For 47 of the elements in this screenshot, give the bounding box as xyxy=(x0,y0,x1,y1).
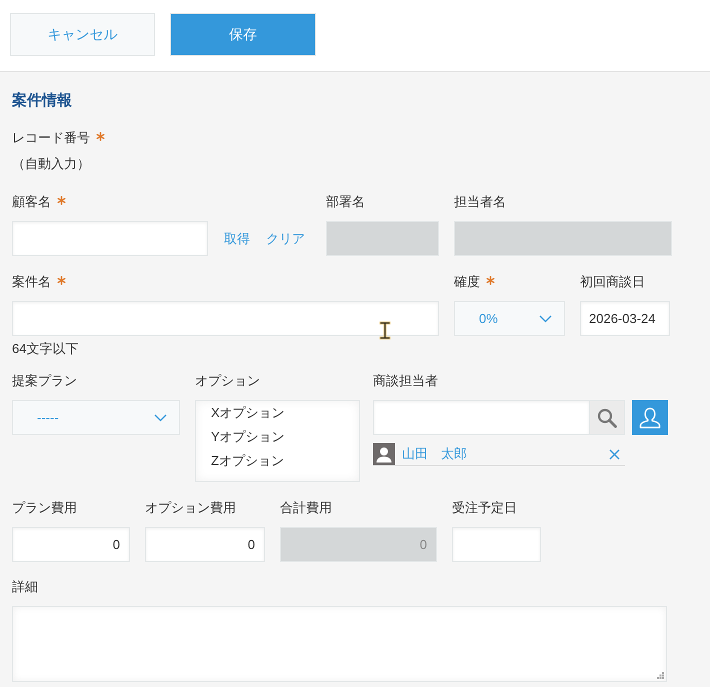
date-input[interactable] xyxy=(452,527,541,562)
field-label: 合計費用 xyxy=(280,499,332,517)
resize-grip-icon xyxy=(657,672,664,679)
options-listbox[interactable]: Xオプション Yオプション Zオプション xyxy=(195,400,360,482)
listbox-option[interactable]: Yオプション xyxy=(196,425,359,449)
auto-number-value: （自動入力） xyxy=(12,155,91,173)
listbox-option[interactable]: Xオプション xyxy=(196,401,359,425)
field-label: レコード番号 xyxy=(12,129,90,147)
textarea-field[interactable] xyxy=(12,606,667,682)
search-button[interactable] xyxy=(590,400,625,435)
cancel-button[interactable]: キャンセル xyxy=(10,13,155,56)
close-icon[interactable] xyxy=(609,448,620,460)
user-select-button[interactable] xyxy=(632,400,668,435)
field-label: オプション xyxy=(195,372,260,390)
section-title: 案件情報 xyxy=(12,91,72,111)
save-button[interactable]: 保存 xyxy=(170,13,316,56)
number-input[interactable]: 0 xyxy=(145,527,265,562)
user-avatar-icon xyxy=(373,443,395,465)
text-input[interactable] xyxy=(12,221,208,256)
field-label: 確度 xyxy=(454,273,480,291)
field-label: 案件名 xyxy=(12,273,51,291)
field-label: オプション費用 xyxy=(145,499,236,517)
dropdown-select[interactable]: 0% xyxy=(454,301,565,336)
listbox-option[interactable]: Zオプション xyxy=(196,449,359,473)
number-input[interactable]: 0 xyxy=(12,527,130,562)
field-label: 部署名 xyxy=(326,193,365,211)
search-icon xyxy=(597,408,617,428)
text-cursor-icon xyxy=(379,321,391,340)
field-label: 顧客名 xyxy=(12,193,51,211)
action-link[interactable]: 取得 xyxy=(224,228,250,248)
text-input[interactable] xyxy=(12,301,439,336)
field-label: 初回商談日 xyxy=(580,273,645,291)
field-note: 64文字以下 xyxy=(12,340,80,358)
field-label: 提案プラン xyxy=(12,372,77,390)
user-name-link[interactable]: 山田 太郎 xyxy=(402,444,467,464)
field-label: 受注予定日 xyxy=(452,499,517,517)
field-label: 商談担当者 xyxy=(373,372,438,390)
field-label: プラン費用 xyxy=(12,499,77,517)
dropdown-select[interactable]: ----- xyxy=(12,400,180,435)
action-link[interactable]: クリア xyxy=(266,228,305,248)
user-outline-icon xyxy=(638,406,662,430)
date-input[interactable]: 2026-03-24 xyxy=(580,301,670,336)
user-search-field[interactable] xyxy=(373,400,590,435)
field-label: 詳細 xyxy=(12,578,38,596)
field-label: 担当者名 xyxy=(454,193,506,211)
chevron-down-icon xyxy=(154,414,167,422)
chevron-down-icon xyxy=(539,314,552,322)
